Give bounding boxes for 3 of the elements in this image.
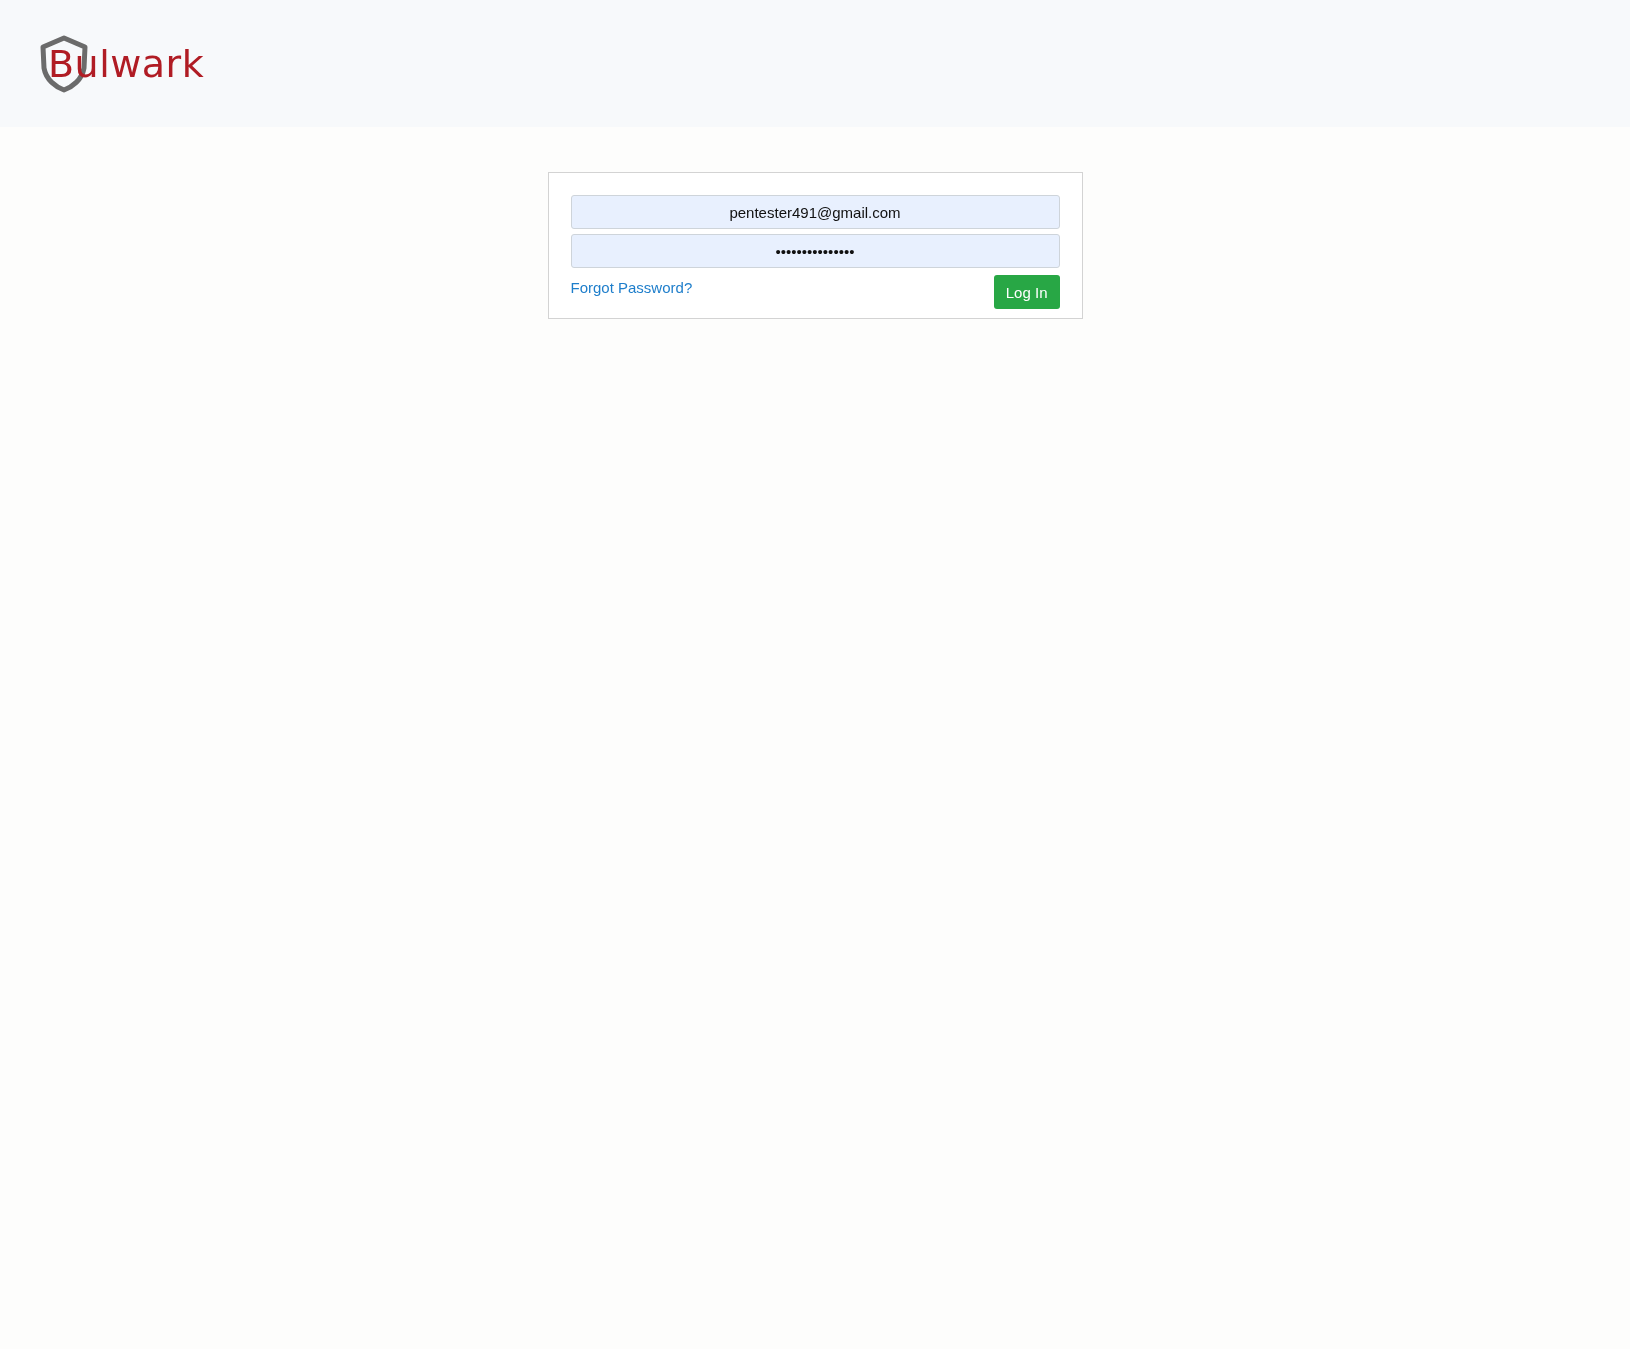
forgot-password-link[interactable]: Forgot Password? bbox=[570, 279, 693, 296]
password-field[interactable]: ••••••••••••••• bbox=[570, 234, 1060, 268]
email-field[interactable]: pentester491@gmail.com bbox=[570, 195, 1060, 229]
